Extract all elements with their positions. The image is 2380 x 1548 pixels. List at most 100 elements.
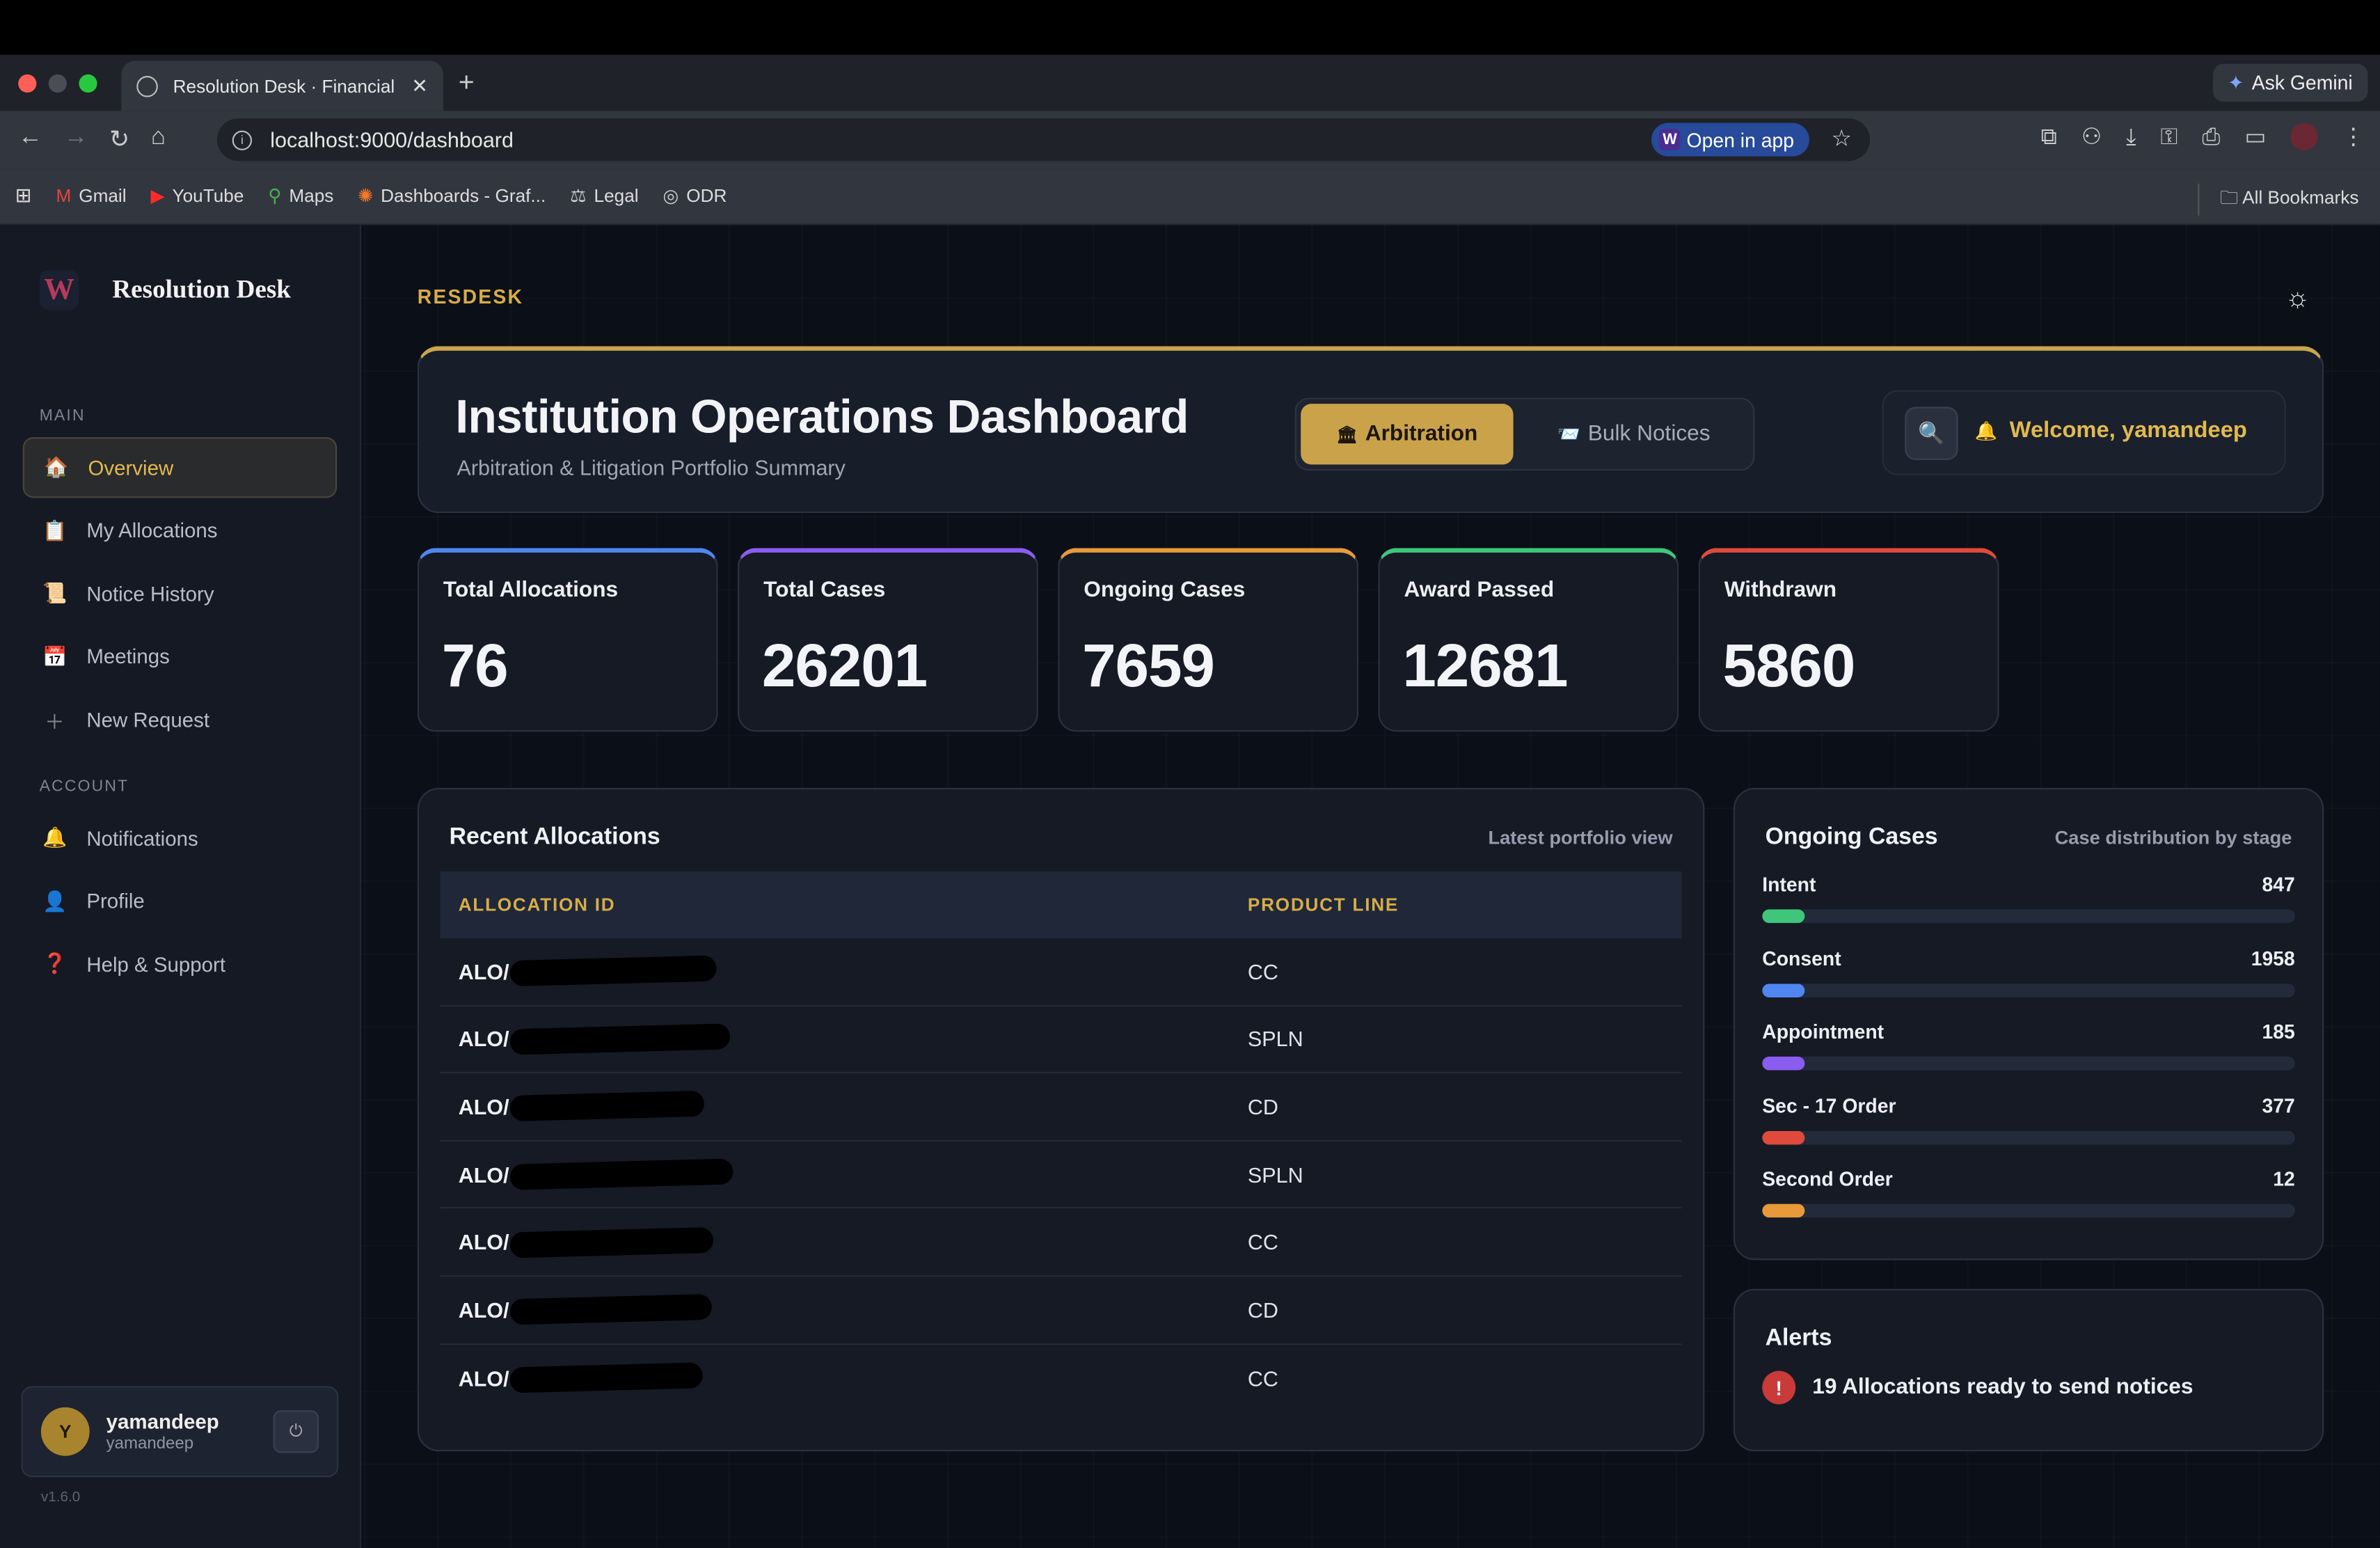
sidebar-item-label: Overview [88, 456, 174, 480]
table-header: ALLOCATION ID PRODUCT LINE [440, 871, 1682, 938]
calendar-icon: 📅 [42, 644, 68, 668]
stage-row: Intent 847 [1762, 873, 2295, 924]
browser-tab[interactable]: Resolution Desk · Financial In ✕ [121, 61, 443, 111]
user-card[interactable]: Y yamandeep yamandeep ⏻ [21, 1386, 339, 1478]
close-tab-icon[interactable]: ✕ [411, 74, 428, 98]
reload-icon[interactable]: ↻ [109, 125, 129, 155]
stage-row: Appointment 185 [1762, 1020, 2295, 1071]
profile-avatar-icon[interactable] [2290, 123, 2318, 150]
bookmark-3[interactable]: ✺ Dashboards - Graf... [358, 185, 546, 207]
stat-value: 76 [441, 633, 509, 700]
stat-card[interactable]: Withdrawn 5860 [1698, 548, 1999, 732]
open-in-app-label: Open in app [1686, 128, 1795, 152]
bookmark-4[interactable]: ⚖ Legal [570, 185, 638, 207]
home-icon[interactable]: ⌂ [151, 125, 166, 155]
allocation-id-prefix: ALO/ [458, 1162, 509, 1187]
allocation-id-cell: ALO/ [458, 1294, 713, 1326]
sidebar-section-account: ACCOUNT [39, 777, 129, 796]
sidebar-item-label: Help & Support [86, 952, 226, 976]
column-header-allocation-id[interactable]: ALLOCATION ID [459, 894, 616, 916]
table-row[interactable]: ALO/SPLN [440, 1142, 1682, 1209]
sidebar-item-notice-history[interactable]: 📜 Notice History [23, 563, 337, 624]
stage-value: 185 [2262, 1020, 2295, 1043]
search-icon[interactable]: 🔍 [1905, 406, 1958, 460]
redacted-mark [510, 1294, 713, 1326]
print-icon[interactable]: ⎙ [2202, 124, 2220, 150]
sidebar-item-meetings[interactable]: 📅 Meetings [23, 626, 337, 687]
stat-card[interactable]: Total Allocations 76 [417, 548, 718, 732]
zoom-window-button[interactable] [79, 73, 97, 92]
column-header-product-line[interactable]: PRODUCT LINE [1248, 894, 1399, 916]
question-icon: ❓ [42, 951, 68, 975]
bell-icon: 🔔 [42, 826, 68, 849]
allocation-id-cell: ALO/ [459, 1091, 706, 1123]
all-bookmarks-button[interactable]: 🗀 All Bookmarks [2197, 183, 2358, 216]
apps-grid-icon[interactable]: ⊞ [15, 184, 32, 208]
table-row[interactable]: ALO/CD [440, 1073, 1682, 1142]
sidebar-section-main: MAIN [39, 406, 86, 425]
app-root: W Resolution Desk MAIN 🏠 Overview 📋 My Allo… [0, 224, 2380, 1548]
table-row[interactable]: ALO/SPLN [440, 1006, 1682, 1074]
bookmark-label: ODR [686, 185, 727, 207]
download-icon[interactable]: ⤓ [2126, 124, 2136, 150]
url-text: localhost:9000/dashboard [270, 127, 514, 152]
bookmarks-bar: ⊞ M Gmail ▶ YouTube ⚲ Maps ✺ Dashboards - Graf.… [0, 168, 2380, 225]
cast-icon[interactable]: ▭ [2244, 123, 2266, 150]
sidebar-item-label: New Request [86, 708, 210, 732]
tab-arbitration[interactable]: 🏛 Arbitration [1301, 404, 1514, 465]
sidebar-item-help-support[interactable]: ❓ Help & Support [23, 933, 337, 994]
address-bar-row: ← → ↻ ⌂ i localhost:9000/dashboard W Open… [0, 111, 2380, 169]
panel-note: Latest portfolio view [1488, 827, 1673, 849]
allocation-id-prefix: ALO/ [458, 1366, 509, 1391]
stage-progress-fill [1762, 1204, 1805, 1219]
forward-icon[interactable]: → [64, 125, 88, 155]
table-row[interactable]: ALO/CD [440, 1277, 1682, 1345]
redacted-mark [510, 1091, 706, 1123]
bookmark-1[interactable]: ▶ YouTube [150, 185, 244, 207]
app-logo-icon: W [1659, 129, 1681, 150]
incognito-icon[interactable]: ⚇ [2081, 123, 2102, 150]
open-in-app-button[interactable]: W Open in app [1651, 123, 1809, 157]
back-icon[interactable]: ← [18, 125, 42, 155]
bookmark-5[interactable]: ◎ ODR [663, 185, 727, 207]
sidebar-item-profile[interactable]: 👤 Profile [23, 871, 337, 931]
allocation-id-prefix: ALO/ [458, 1297, 509, 1322]
tab-bulk-notices-label: Bulk Notices [1587, 422, 1711, 447]
sidebar-item-label: My Allocations [86, 519, 218, 542]
stat-card[interactable]: Total Cases 26201 [738, 548, 1038, 732]
bookmark-star-icon[interactable]: ☆ [1832, 125, 1852, 152]
stat-card[interactable]: Award Passed 12681 [1378, 548, 1679, 732]
sidebar-item-overview[interactable]: 🏠 Overview [22, 437, 338, 498]
theme-toggle-sun-icon[interactable]: ☼ [2285, 283, 2310, 315]
bookmark-2[interactable]: ⚲ Maps [268, 185, 333, 207]
new-tab-icon[interactable]: + [459, 67, 475, 99]
site-info-icon[interactable]: i [232, 129, 253, 150]
key-icon[interactable]: ⚿ [2161, 124, 2178, 150]
tab-bulk-notices[interactable]: 📨 Bulk Notices [1524, 404, 1744, 464]
table-row[interactable]: ALO/CC [441, 1345, 1682, 1412]
extensions-icon[interactable]: ⧉ [2041, 124, 2057, 150]
stat-card[interactable]: Ongoing Cases 7659 [1058, 548, 1359, 732]
alerts-title: Alerts [1765, 1325, 1832, 1352]
close-window-button[interactable] [18, 73, 37, 92]
sidebar-item-new-request[interactable]: ＋ New Request [23, 689, 337, 750]
stage-row: Consent 1958 [1762, 947, 2295, 997]
sidebar-item-notifications[interactable]: 🔔 Notifications [23, 807, 337, 868]
table-row[interactable]: ALO/CC [440, 938, 1682, 1006]
brand-name: Resolution Desk [112, 274, 291, 304]
stage-row: Sec - 17 Order 377 [1762, 1094, 2295, 1145]
menu-kebab-icon[interactable]: ⋮ [2342, 123, 2365, 150]
browser-toolbar: ⧉ ⚇ ⤓ ⚿ ⎙ ▭ ⋮ [2041, 123, 2365, 150]
stage-value: 377 [2262, 1094, 2295, 1117]
courthouse-icon: 🏛 [1336, 425, 1358, 444]
ask-gemini-button[interactable]: ✦ Ask Gemini [2212, 63, 2368, 102]
redacted-mark [510, 956, 717, 987]
table-row[interactable]: ALO/CC [440, 1209, 1682, 1277]
logout-power-icon[interactable]: ⏻ [273, 1410, 319, 1453]
alert-item[interactable]: ! 19 Allocations ready to send notices [1762, 1371, 2193, 1405]
brand[interactable]: W Resolution Desk [0, 225, 360, 356]
bookmark-0[interactable]: M Gmail [56, 185, 126, 207]
sidebar-item-my-allocations[interactable]: 📋 My Allocations [23, 500, 337, 561]
minimize-window-button[interactable] [48, 73, 67, 92]
url-bar[interactable]: i localhost:9000/dashboard W Open in app … [216, 118, 1871, 161]
